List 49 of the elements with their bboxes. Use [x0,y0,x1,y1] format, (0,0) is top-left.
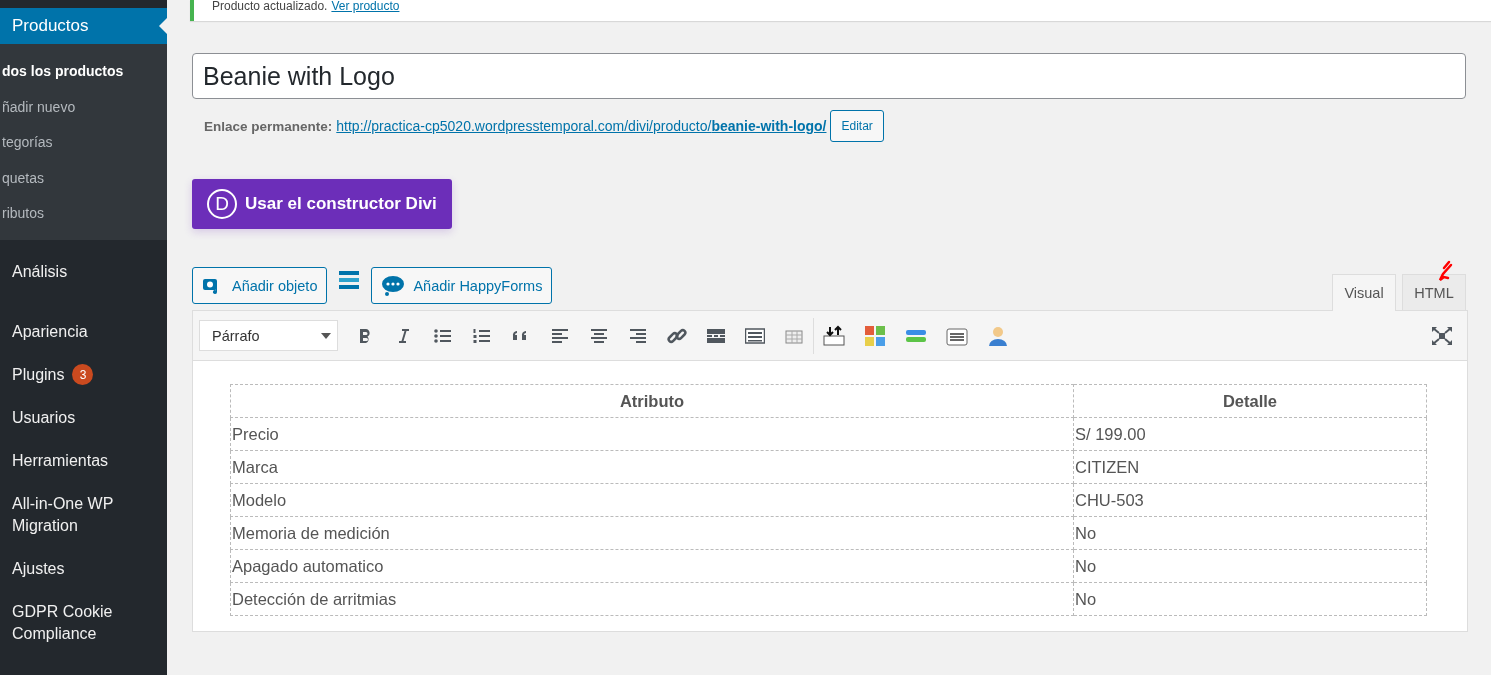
editor-tab[interactable]: Visual [1332,274,1396,311]
notice-text: Producto actualizado. [212,0,328,12]
submenu-item[interactable]: ributos [0,196,45,232]
add-form-button[interactable]: Añadir HappyForms [371,267,553,304]
download-icon[interactable] [823,324,845,347]
table-cell: Detección de arritmias [230,582,1074,616]
user-icon[interactable] [987,324,1009,347]
sidebar-item[interactable]: Productos [0,8,167,44]
sidebar-item[interactable]: Análisis [12,260,68,283]
stack-icon[interactable] [339,271,360,289]
permalink-label: Enlace permanente: [204,118,333,134]
table-cell: Modelo [230,483,1074,517]
format-dropdown[interactable]: Párrafo [199,320,338,351]
sidebar-item[interactable]: All-in-One WP Migration [12,492,142,537]
table-cell: No [1073,582,1427,616]
column-header: Detalle [1073,384,1427,418]
sidebar-item[interactable]: Plugins [12,363,65,386]
table-cell: Marca [230,450,1074,484]
caret-icon [321,332,331,339]
table-cell: No [1073,516,1427,550]
sidebar-item[interactable]: Herramientas [12,449,109,472]
permalink-link[interactable]: http://practica-cp5020.wordpresstemporal.com/divi/producto/beanie-with-logo/ [336,118,827,134]
view-product-link[interactable]: Ver producto [331,0,400,12]
title-field[interactable]: Beanie with Logo [192,53,1466,99]
color-grid-icon[interactable] [864,324,886,347]
submenu-item[interactable]: ñadir nuevo [0,89,76,125]
submenu-item[interactable]: tegorías [0,125,53,161]
sidebar-item[interactable]: Apariencia [12,320,88,343]
table-cell: Precio [230,417,1074,451]
submenu-item[interactable]: dos los productos [0,54,124,90]
table-cell: Memoria de medición [230,516,1074,550]
table-cell: S/ 199.00 [1073,417,1427,451]
editor-tab[interactable]: HTML [1402,274,1466,310]
edit-button[interactable]: Editar [830,110,884,142]
keyboard-icon[interactable] [745,325,765,346]
column-header: Atributo [230,384,1074,418]
count-badge: 3 [72,364,94,385]
table-cell: CITIZEN [1073,450,1427,484]
speech-bubble-icon [381,274,406,297]
table-cell: CHU-503 [1073,483,1427,517]
submenu-item[interactable]: quetas [0,160,45,196]
add-media-button[interactable]: Añadir objeto [192,267,328,304]
table-cell: No [1073,549,1427,583]
table-cell: Apagado automatico [230,549,1074,583]
fullscreen-icon[interactable] [1431,325,1453,346]
divi-builder-button[interactable]: D Usar el constructor Divi [192,179,452,229]
sidebar-item[interactable]: GDPR Cookie Compliance [12,600,142,645]
sidebar-item[interactable]: Ajustes [12,557,65,580]
sidebar-item[interactable]: Usuarios [12,406,76,429]
